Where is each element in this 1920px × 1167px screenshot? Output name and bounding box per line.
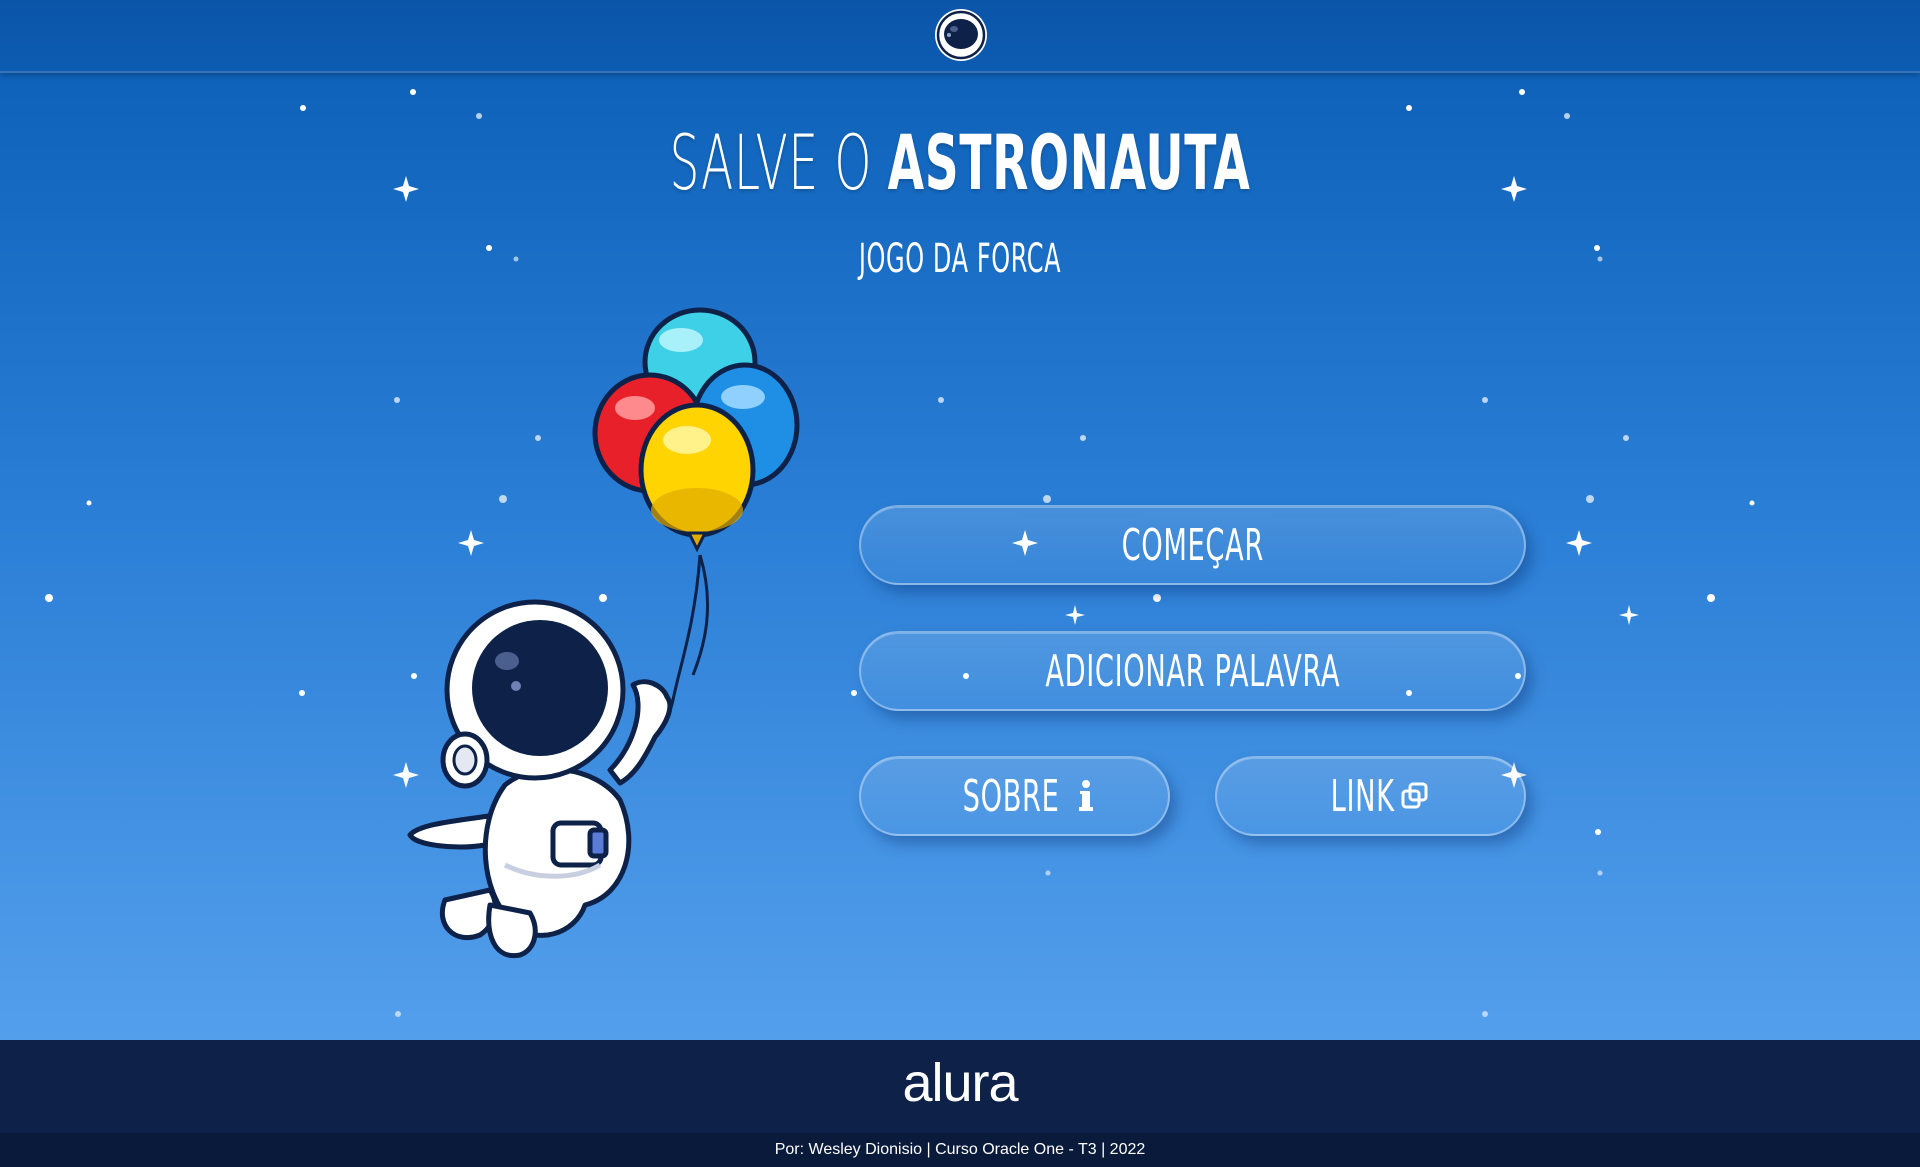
link-button[interactable]: LINK bbox=[1215, 756, 1526, 836]
page-subtitle: JOGO DA FORCA bbox=[858, 236, 1062, 282]
start-button[interactable]: COMEÇAR bbox=[859, 505, 1526, 585]
alura-logo[interactable]: alura bbox=[0, 1052, 1920, 1114]
start-button-label: COMEÇAR bbox=[1121, 519, 1264, 571]
astronaut-balloons-illustration bbox=[407, 307, 800, 959]
astronaut-helmet-icon[interactable] bbox=[933, 7, 989, 63]
about-button[interactable]: SOBRE bbox=[859, 756, 1170, 836]
info-icon bbox=[1076, 779, 1096, 813]
copy-icon bbox=[1400, 781, 1430, 811]
top-bar bbox=[0, 0, 1920, 73]
link-button-label: LINK bbox=[1330, 770, 1395, 822]
about-button-label: SOBRE bbox=[963, 770, 1060, 822]
add-word-button-label: ADICIONAR PALAVRA bbox=[1045, 645, 1340, 697]
page-title: SALVE O ASTRONAUTA bbox=[365, 118, 1555, 207]
credit-text: Por: Wesley Dionisio | Curso Oracle One … bbox=[774, 1141, 1146, 1158]
add-word-button[interactable]: ADICIONAR PALAVRA bbox=[859, 631, 1526, 711]
credit-bar: Por: Wesley Dionisio | Curso Oracle One … bbox=[0, 1133, 1920, 1167]
title-light: SALVE O bbox=[669, 118, 873, 207]
title-bold: ASTRONAUTA bbox=[887, 118, 1251, 207]
